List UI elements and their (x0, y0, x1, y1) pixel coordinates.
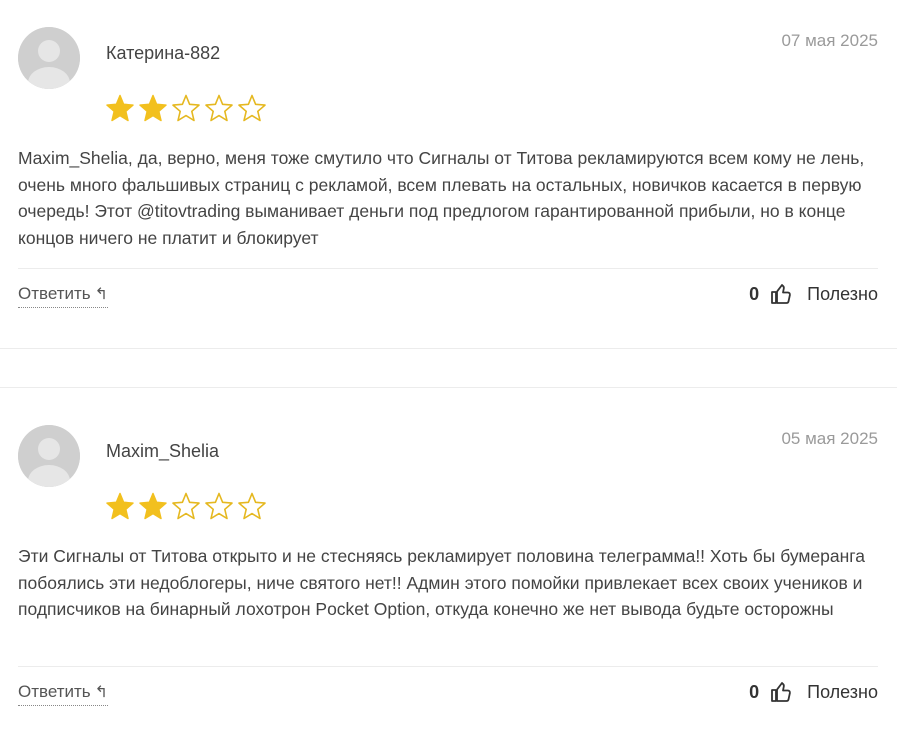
helpful-label[interactable]: Полезно (807, 682, 878, 703)
star-empty-icon (236, 491, 268, 521)
helpful-count: 0 (749, 681, 760, 702)
reply-label: Ответить (18, 682, 91, 701)
user-silhouette-icon (18, 27, 80, 89)
reply-arrow-icon: ↰ (94, 286, 109, 303)
divider (18, 666, 878, 667)
divider (18, 268, 878, 269)
helpful-label[interactable]: Полезно (807, 284, 878, 305)
star-empty-icon (170, 491, 202, 521)
helpful-section: 0 Полезно (749, 282, 878, 306)
user-silhouette-icon (18, 425, 80, 487)
star-filled-icon (137, 491, 169, 521)
avatar (18, 27, 80, 89)
thumbs-up-icon[interactable] (769, 680, 793, 704)
reply-link[interactable]: Ответить ↰ (18, 682, 109, 706)
section-divider (0, 348, 897, 349)
review-text: Эти Сигналы от Титова открыто и не стесн… (18, 546, 866, 619)
reply-link[interactable]: Ответить ↰ (18, 284, 109, 308)
helpful-count: 0 (749, 283, 760, 304)
thumbs-up-icon[interactable] (769, 282, 793, 306)
star-empty-icon (170, 93, 202, 123)
review-text: Maxim_Shelia, да, верно, меня тоже смути… (18, 148, 865, 248)
review-date: 07 мая 2025 (781, 31, 878, 50)
helpful-section: 0 Полезно (749, 680, 878, 704)
star-empty-icon (203, 93, 235, 123)
reply-arrow-icon: ↰ (94, 684, 109, 701)
section-divider (0, 387, 897, 388)
star-filled-icon (137, 93, 169, 123)
review-date: 05 мая 2025 (781, 429, 878, 448)
review-author: Катерина-882 (106, 43, 221, 63)
star-filled-icon (104, 93, 136, 123)
reply-label: Ответить (18, 284, 91, 303)
star-filled-icon (104, 491, 136, 521)
review-author: Maxim_Shelia (106, 441, 220, 461)
star-empty-icon (236, 93, 268, 123)
avatar (18, 425, 80, 487)
rating-stars (104, 93, 268, 123)
star-empty-icon (203, 491, 235, 521)
rating-stars (104, 491, 268, 521)
